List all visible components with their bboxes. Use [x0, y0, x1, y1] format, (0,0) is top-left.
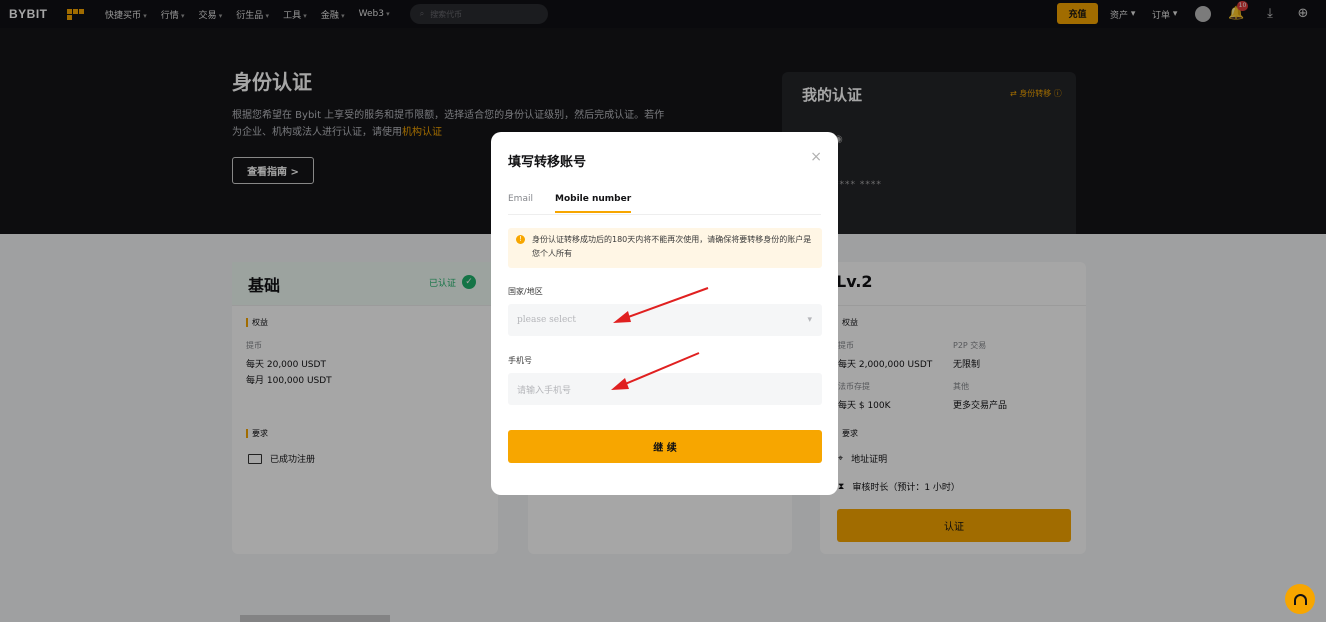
- close-icon[interactable]: ×: [810, 150, 822, 164]
- modal-title: 填写转移账号: [508, 155, 587, 170]
- tab-divider: [508, 214, 821, 215]
- info-icon: !: [516, 235, 525, 244]
- chevron-down-icon: ▾: [807, 315, 812, 325]
- support-headset-icon[interactable]: [1285, 584, 1315, 614]
- tab-mobile-number[interactable]: Mobile number: [554, 194, 632, 213]
- country-select[interactable]: please select ▾: [508, 304, 822, 336]
- continue-button[interactable]: 继 续: [508, 430, 822, 463]
- transfer-notice: ! 身份认证转移成功后的180天内将不能再次使用，请确保将要转移身份的账户是您个…: [508, 228, 822, 268]
- phone-label: 手机号: [508, 356, 532, 365]
- account-type-tabs: Email Mobile number: [508, 194, 632, 213]
- country-label: 国家/地区: [508, 287, 543, 296]
- transfer-account-modal: 填写转移账号 × Email Mobile number ! 身份认证转移成功后…: [491, 132, 838, 495]
- phone-input[interactable]: 请输入手机号: [508, 373, 822, 405]
- tab-email[interactable]: Email: [508, 194, 533, 213]
